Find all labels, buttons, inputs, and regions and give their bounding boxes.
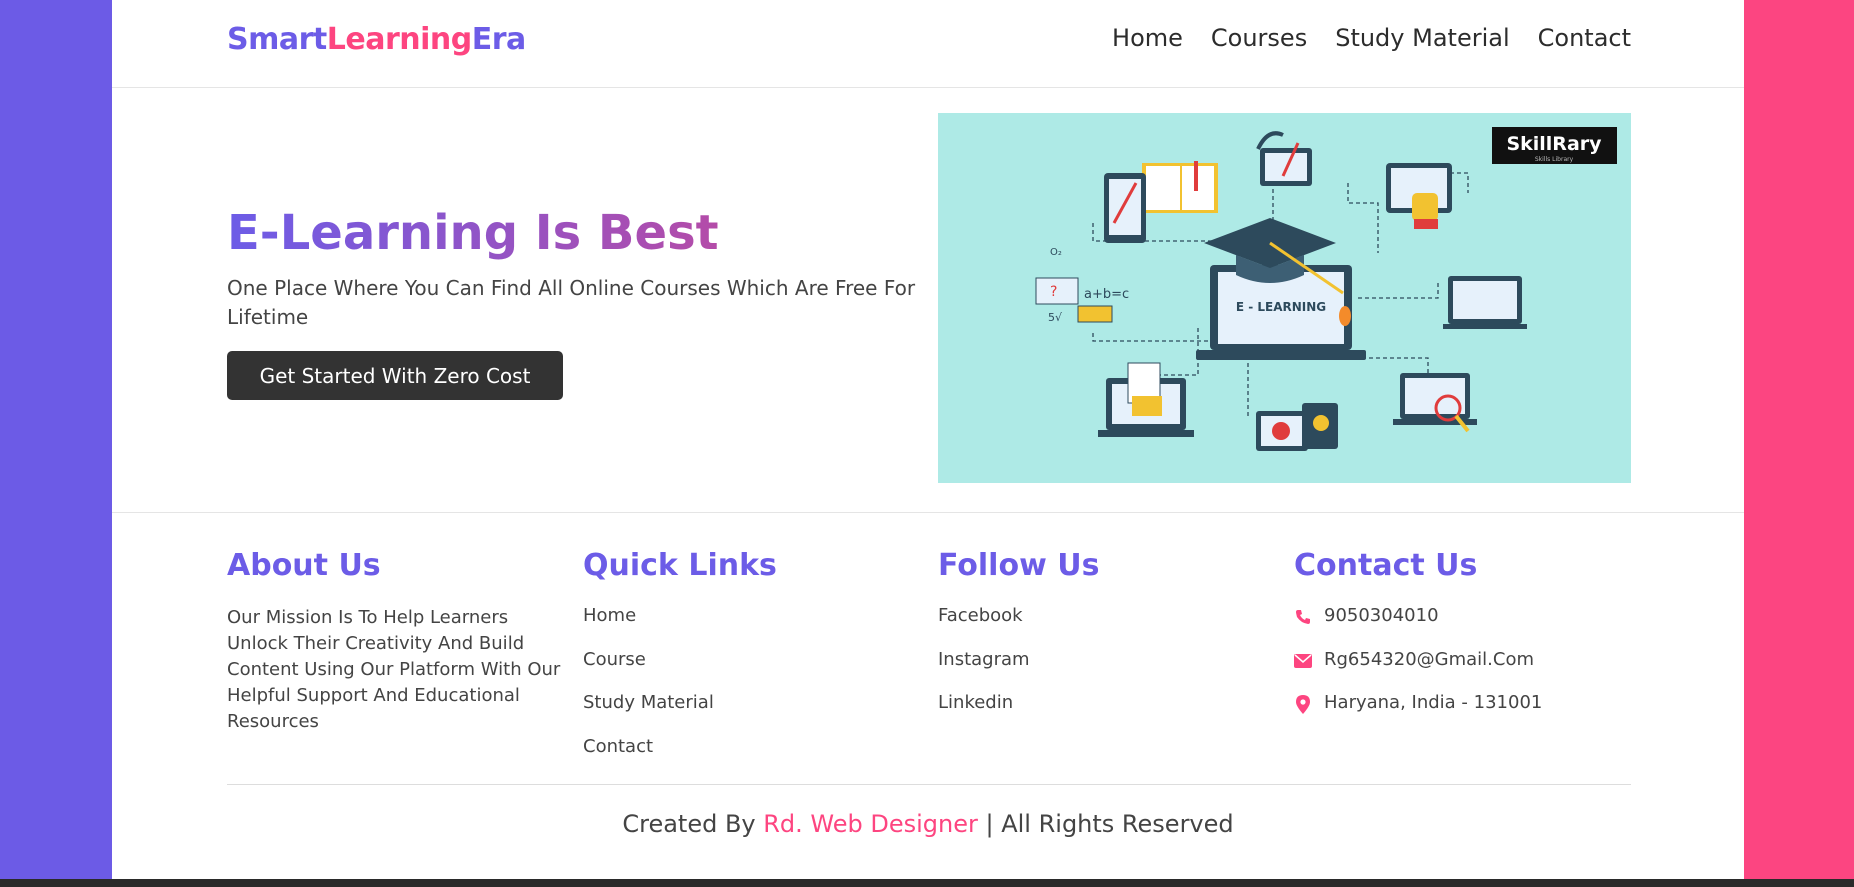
skillrary-badge-sub: Skills Library xyxy=(1535,156,1574,163)
logo-part-learning: Learning xyxy=(326,22,472,57)
footer-quick-links: Quick Links Home Course Study Material C… xyxy=(583,548,777,779)
follow-linkedin[interactable]: Linkedin xyxy=(938,692,1099,736)
quick-links-heading: Quick Links xyxy=(583,548,777,583)
nav-courses[interactable]: Courses xyxy=(1211,24,1307,52)
get-started-button[interactable]: Get Started With Zero Cost xyxy=(227,351,563,400)
svg-text:a+b=c: a+b=c xyxy=(1084,287,1129,302)
bottom-strip xyxy=(0,879,1854,887)
right-gradient-bar xyxy=(1744,0,1854,887)
contact-address[interactable]: Haryana, India - 131001 xyxy=(1294,692,1542,736)
contact-phone[interactable]: 9050304010 xyxy=(1294,605,1542,649)
footer-contact: Contact Us 9050304010 Rg654320@Gmail.Com… xyxy=(1294,548,1542,736)
contact-email-text: Rg654320@Gmail.Com xyxy=(1324,648,1534,670)
footer-about: About Us Our Mission Is To Help Learners… xyxy=(227,548,567,735)
main-nav: Home Courses Study Material Contact xyxy=(1112,24,1631,52)
quick-link-study-material[interactable]: Study Material xyxy=(583,692,777,736)
quick-link-contact[interactable]: Contact xyxy=(583,736,777,780)
nav-study-material[interactable]: Study Material xyxy=(1335,24,1509,52)
site-header: SmartLearningEra Home Courses Study Mate… xyxy=(112,0,1744,88)
e-learning-illustration-svg: E - LEARNING ? a+b=c O₂ 5√ SkillRary Ski… xyxy=(1035,127,1617,451)
copyright-suffix: | All Rights Reserved xyxy=(977,810,1234,838)
contact-email[interactable]: Rg654320@Gmail.Com xyxy=(1294,649,1542,693)
follow-instagram[interactable]: Instagram xyxy=(938,649,1099,693)
hero-subtitle: One Place Where You Can Find All Online … xyxy=(227,276,916,329)
quick-link-course[interactable]: Course xyxy=(583,649,777,693)
nav-contact[interactable]: Contact xyxy=(1538,24,1631,52)
contact-heading: Contact Us xyxy=(1294,548,1478,583)
copyright: Created By Rd. Web Designer | All Rights… xyxy=(112,810,1744,838)
skillrary-badge: SkillRary xyxy=(1506,133,1602,155)
logo-part-era: Era xyxy=(471,22,527,57)
site-logo[interactable]: SmartLearningEra xyxy=(227,22,526,57)
copyright-author-link[interactable]: Rd. Web Designer xyxy=(763,810,978,838)
footer-follow: Follow Us Facebook Instagram Linkedin xyxy=(938,548,1099,736)
about-heading: About Us xyxy=(227,548,381,583)
contact-phone-text: 9050304010 xyxy=(1324,605,1439,626)
hero-title: E-Learning Is Best xyxy=(227,205,719,261)
svg-text:?: ? xyxy=(1050,284,1057,300)
phone-icon xyxy=(1294,605,1312,629)
e-learning-illustration: E - LEARNING ? a+b=c O₂ 5√ SkillRary Ski… xyxy=(938,113,1631,483)
contact-address-text: Haryana, India - 131001 xyxy=(1324,692,1543,713)
svg-text:5√: 5√ xyxy=(1048,311,1063,324)
footer-divider xyxy=(227,784,1631,785)
page: SmartLearningEra Home Courses Study Mate… xyxy=(112,0,1744,879)
envelope-icon xyxy=(1294,649,1312,673)
logo-part-smart: Smart xyxy=(227,22,327,57)
quick-link-home[interactable]: Home xyxy=(583,605,777,649)
illustration-center-label: E - LEARNING xyxy=(1236,300,1326,314)
section-divider xyxy=(112,512,1744,513)
follow-heading: Follow Us xyxy=(938,548,1100,583)
copyright-prefix: Created By xyxy=(622,810,764,838)
map-pin-icon xyxy=(1294,692,1312,716)
nav-home[interactable]: Home xyxy=(1112,24,1183,52)
left-gradient-bar xyxy=(0,0,112,887)
about-text: Our Mission Is To Help Learners Unlock T… xyxy=(227,607,561,732)
follow-facebook[interactable]: Facebook xyxy=(938,605,1099,649)
svg-text:O₂: O₂ xyxy=(1050,247,1062,258)
